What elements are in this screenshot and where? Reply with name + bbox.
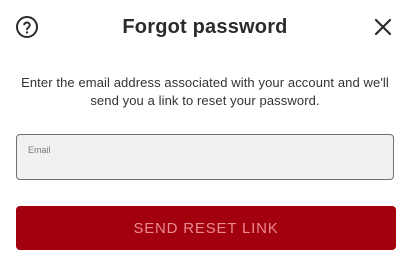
- email-label: Email: [28, 145, 51, 155]
- email-field[interactable]: Email: [16, 134, 394, 180]
- dialog-title: Forgot password: [122, 16, 288, 38]
- send-reset-link-button[interactable]: SEND RESET LINK: [16, 206, 396, 250]
- close-icon: [374, 18, 392, 36]
- dialog-description: Enter the email address associated with …: [21, 75, 389, 108]
- close-button[interactable]: [372, 16, 394, 38]
- email-input[interactable]: [27, 157, 383, 175]
- dialog-header: Forgot password: [0, 10, 410, 44]
